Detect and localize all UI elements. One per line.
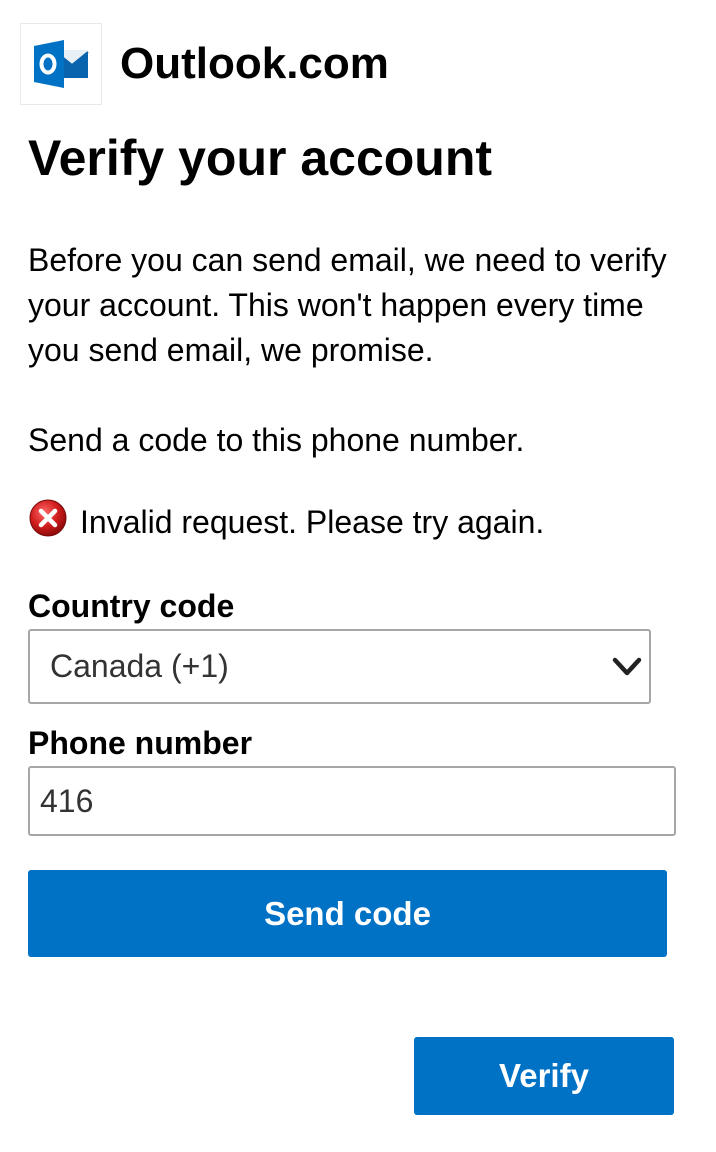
phone-number-label: Phone number [28,725,253,761]
error-message: Invalid request. Please try again. [28,499,545,545]
chevron-down-icon [612,657,642,675]
verify-button[interactable]: Verify [414,1037,674,1115]
send-code-button[interactable]: Send code [28,870,667,957]
country-code-select[interactable]: Canada (+1) [28,629,651,704]
app-name: Outlook.com [120,39,389,88]
country-code-value: Canada (+1) [50,648,229,684]
country-code-label: Country code [28,588,235,624]
outlook-logo-icon [20,23,102,105]
header: Outlook.com [20,22,389,106]
phone-number-input[interactable] [28,766,676,836]
verification-description: Before you can send email, we need to ve… [28,242,667,368]
send-code-instruction: Send a code to this phone number. [28,422,525,458]
error-x-icon [29,499,67,536]
page-title: Verify your account [28,130,493,186]
error-text: Invalid request. Please try again. [80,504,545,540]
